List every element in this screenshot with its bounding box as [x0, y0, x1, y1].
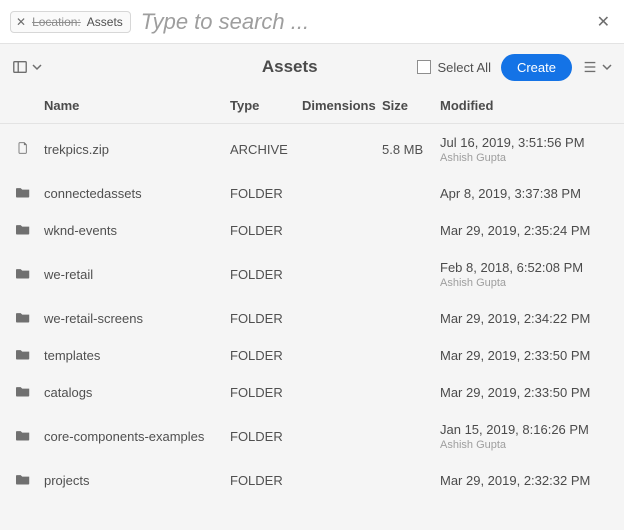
asset-size: 5.8 MB: [382, 142, 440, 157]
chevron-down-icon: [32, 62, 42, 72]
asset-row[interactable]: connectedassetsFOLDER Apr 8, 2019, 3:37:3…: [0, 175, 624, 212]
asset-name: we-retail-screens: [44, 311, 230, 326]
asset-row[interactable]: we-retailFOLDER Feb 8, 2018, 6:52:08 PMAs…: [0, 249, 624, 300]
asset-modified: Mar 29, 2019, 2:35:24 PM: [440, 223, 612, 238]
asset-type: FOLDER: [230, 348, 302, 363]
asset-modified: Feb 8, 2018, 6:52:08 PMAshish Gupta: [440, 260, 612, 289]
asset-type: FOLDER: [230, 429, 302, 444]
asset-name: wknd-events: [44, 223, 230, 238]
search-input[interactable]: [141, 9, 593, 35]
asset-name: catalogs: [44, 385, 230, 400]
select-all[interactable]: Select All: [417, 60, 490, 75]
tag-label: Location:: [32, 15, 81, 29]
header-dimensions[interactable]: Dimensions: [302, 98, 382, 113]
header-modified[interactable]: Modified: [440, 98, 612, 113]
asset-list: trekpics.zipARCHIVE 5.8 MBJul 16, 2019, 3…: [0, 124, 624, 499]
file-icon: [16, 142, 44, 157]
asset-type: FOLDER: [230, 223, 302, 238]
page-title: Assets: [172, 57, 407, 77]
toolbar: Assets Select All Create: [0, 44, 624, 90]
folder-icon: [16, 348, 44, 363]
folder-icon: [16, 267, 44, 282]
asset-type: ARCHIVE: [230, 142, 302, 157]
folder-icon: [16, 385, 44, 400]
search-input-wrapper: [141, 9, 593, 35]
list-view-icon: [582, 59, 598, 75]
location-filter-tag[interactable]: ✕ Location: Assets: [10, 11, 131, 33]
remove-tag-icon[interactable]: ✕: [16, 16, 26, 28]
chevron-down-icon: [602, 62, 612, 72]
asset-name: we-retail: [44, 267, 230, 282]
asset-name: templates: [44, 348, 230, 363]
asset-type: FOLDER: [230, 267, 302, 282]
select-all-checkbox-icon: [417, 60, 431, 74]
asset-row[interactable]: core-components-examplesFOLDER Jan 15, 20…: [0, 411, 624, 462]
asset-name: connectedassets: [44, 186, 230, 201]
rail-left-icon: [12, 59, 28, 75]
header-size[interactable]: Size: [382, 98, 440, 113]
view-switcher[interactable]: [582, 59, 612, 75]
asset-name: trekpics.zip: [44, 142, 230, 157]
asset-row[interactable]: wknd-eventsFOLDER Mar 29, 2019, 2:35:24 P…: [0, 212, 624, 249]
asset-modified: Mar 29, 2019, 2:33:50 PM: [440, 348, 612, 363]
asset-name: core-components-examples: [44, 429, 230, 444]
asset-modified: Mar 29, 2019, 2:33:50 PM: [440, 385, 612, 400]
header-type[interactable]: Type: [230, 98, 302, 113]
asset-type: FOLDER: [230, 186, 302, 201]
folder-icon: [16, 429, 44, 444]
folder-icon: [16, 223, 44, 238]
asset-row[interactable]: projectsFOLDER Mar 29, 2019, 2:32:32 PM: [0, 462, 624, 499]
header-name[interactable]: Name: [44, 98, 230, 113]
asset-modified: Apr 8, 2019, 3:37:38 PM: [440, 186, 612, 201]
folder-icon: [16, 186, 44, 201]
folder-icon: [16, 473, 44, 488]
asset-row[interactable]: catalogsFOLDER Mar 29, 2019, 2:33:50 PM: [0, 374, 624, 411]
rail-toggle[interactable]: [12, 59, 42, 75]
asset-row[interactable]: templatesFOLDER Mar 29, 2019, 2:33:50 PM: [0, 337, 624, 374]
asset-type: FOLDER: [230, 385, 302, 400]
asset-modified: Mar 29, 2019, 2:32:32 PM: [440, 473, 612, 488]
asset-modified: Mar 29, 2019, 2:34:22 PM: [440, 311, 612, 326]
asset-type: FOLDER: [230, 311, 302, 326]
asset-type: FOLDER: [230, 473, 302, 488]
folder-icon: [16, 311, 44, 326]
asset-modified: Jan 15, 2019, 8:16:26 PMAshish Gupta: [440, 422, 612, 451]
select-all-label: Select All: [437, 60, 490, 75]
close-search-icon[interactable]: ✕: [593, 8, 614, 36]
tag-value: Assets: [87, 15, 123, 29]
create-button[interactable]: Create: [501, 54, 572, 81]
asset-row[interactable]: we-retail-screensFOLDER Mar 29, 2019, 2:3…: [0, 300, 624, 337]
column-headers: Name Type Dimensions Size Modified: [0, 90, 624, 124]
asset-modified: Jul 16, 2019, 3:51:56 PMAshish Gupta: [440, 135, 612, 164]
search-bar: ✕ Location: Assets ✕: [0, 0, 624, 44]
asset-row[interactable]: trekpics.zipARCHIVE 5.8 MBJul 16, 2019, 3…: [0, 124, 624, 175]
asset-name: projects: [44, 473, 230, 488]
